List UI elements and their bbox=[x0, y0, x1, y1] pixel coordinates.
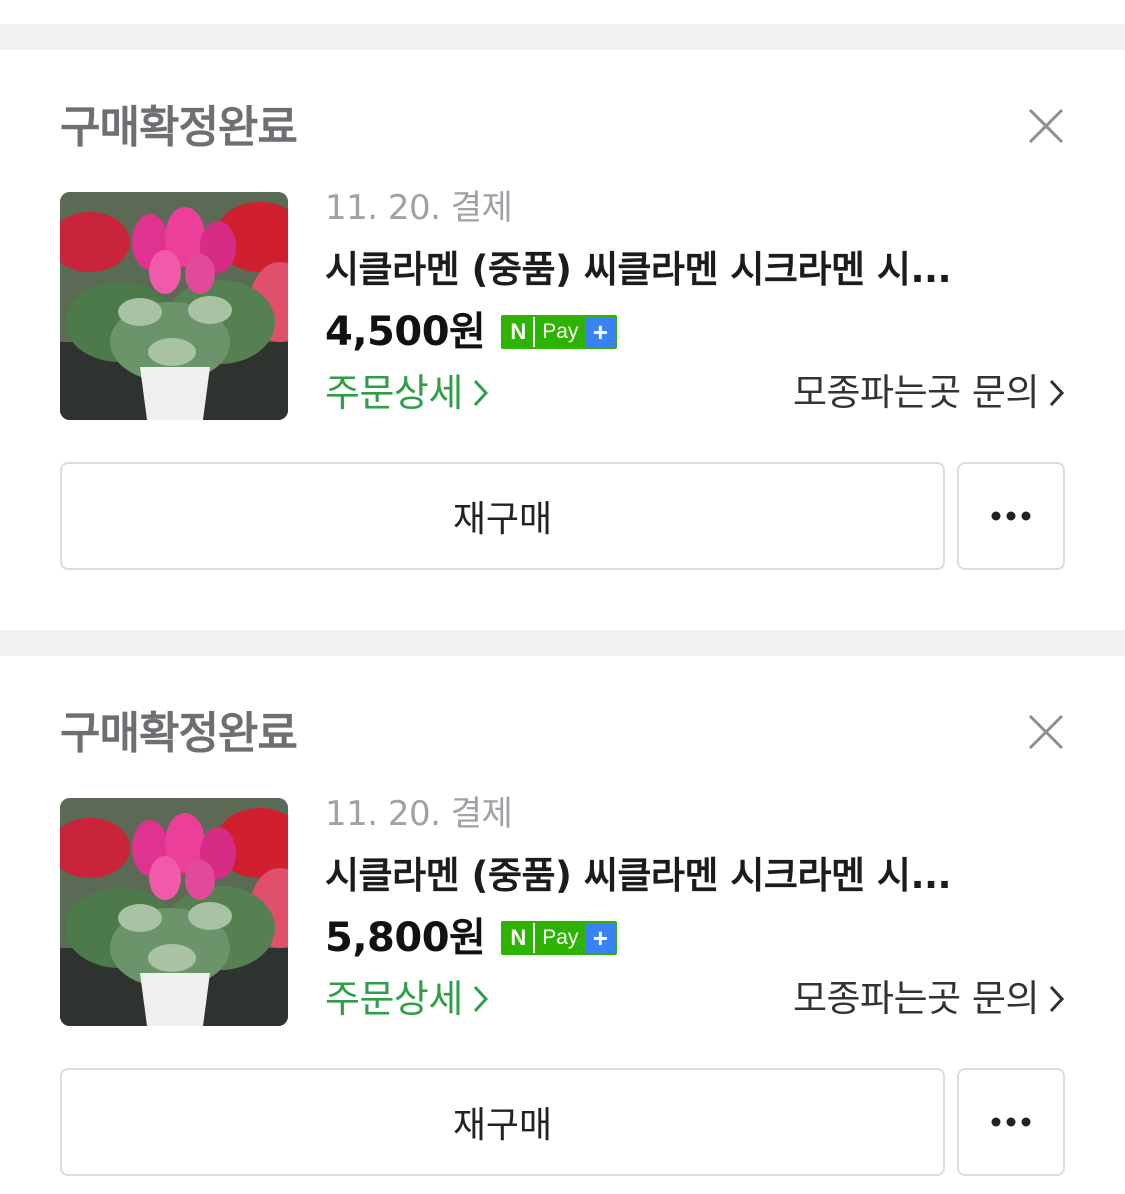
more-options-button[interactable] bbox=[957, 1068, 1065, 1176]
close-button[interactable] bbox=[1024, 104, 1068, 148]
product-image[interactable] bbox=[60, 192, 288, 420]
payment-date: 11. 20. 결제 bbox=[325, 794, 513, 834]
rebuy-button[interactable]: 재구매 bbox=[60, 462, 945, 570]
npay-pay-label: Pay bbox=[533, 923, 586, 953]
order-history-page: 구매확정완료 11. 20. 결제 시클라멘 (중품) 씨클라멘 시크라멘 시.… bbox=[0, 0, 1125, 1194]
chevron-right-icon bbox=[473, 379, 488, 407]
npay-badge: N Pay + bbox=[501, 315, 618, 349]
npay-n-label: N bbox=[503, 317, 534, 347]
seller-inquiry-label: 모종파는곳 문의 bbox=[792, 371, 1040, 414]
npay-badge: N Pay + bbox=[501, 921, 618, 955]
order-card: 구매확정완료 11. 20. 결제 시클라멘 (중품) 씨클라멘 시크라멘 시.… bbox=[0, 50, 1125, 630]
product-title[interactable]: 시클라멘 (중품) 씨클라멘 시크라멘 시... bbox=[325, 246, 1045, 294]
cyclamen-plant-image bbox=[60, 798, 288, 1026]
price-row: 4,500원 N Pay + bbox=[325, 304, 618, 360]
price: 4,500원 bbox=[325, 309, 486, 355]
price-row: 5,800원 N Pay + bbox=[325, 910, 618, 966]
chevron-right-icon bbox=[1049, 379, 1065, 407]
section-divider bbox=[0, 630, 1125, 656]
product-image[interactable] bbox=[60, 798, 288, 1026]
order-card: 구매확정완료 11. 20. 결제 시클라멘 (중품) 씨클라멘 시크라멘 시.… bbox=[0, 656, 1125, 1194]
top-spacer bbox=[0, 0, 1125, 24]
npay-n-label: N bbox=[503, 923, 534, 953]
more-options-button[interactable] bbox=[957, 462, 1065, 570]
seller-inquiry-link[interactable]: 모종파는곳 문의 bbox=[793, 974, 1065, 1024]
order-detail-link[interactable]: 주문상세 bbox=[325, 368, 489, 418]
close-icon bbox=[1028, 108, 1064, 144]
close-button[interactable] bbox=[1024, 710, 1068, 754]
order-detail-link[interactable]: 주문상세 bbox=[325, 974, 489, 1024]
npay-plus-label: + bbox=[585, 923, 616, 953]
close-icon bbox=[1028, 714, 1064, 750]
more-dots-icon bbox=[991, 511, 1031, 521]
order-detail-label: 주문상세 bbox=[325, 977, 463, 1021]
product-title[interactable]: 시클라멘 (중품) 씨클라멘 시크라멘 시... bbox=[325, 852, 1045, 900]
seller-inquiry-link[interactable]: 모종파는곳 문의 bbox=[793, 368, 1065, 418]
order-status: 구매확정완료 bbox=[60, 708, 298, 759]
payment-date: 11. 20. 결제 bbox=[325, 188, 513, 228]
section-divider bbox=[0, 24, 1125, 50]
order-status: 구매확정완료 bbox=[60, 102, 298, 153]
chevron-right-icon bbox=[473, 985, 488, 1013]
npay-pay-label: Pay bbox=[533, 317, 586, 347]
more-dots-icon bbox=[991, 1117, 1031, 1127]
rebuy-button[interactable]: 재구매 bbox=[60, 1068, 945, 1176]
npay-plus-label: + bbox=[585, 317, 616, 347]
order-detail-label: 주문상세 bbox=[325, 371, 463, 415]
price: 5,800원 bbox=[325, 915, 486, 961]
seller-inquiry-label: 모종파는곳 문의 bbox=[792, 977, 1040, 1020]
chevron-right-icon bbox=[1049, 985, 1065, 1013]
cyclamen-plant-image bbox=[60, 192, 288, 420]
